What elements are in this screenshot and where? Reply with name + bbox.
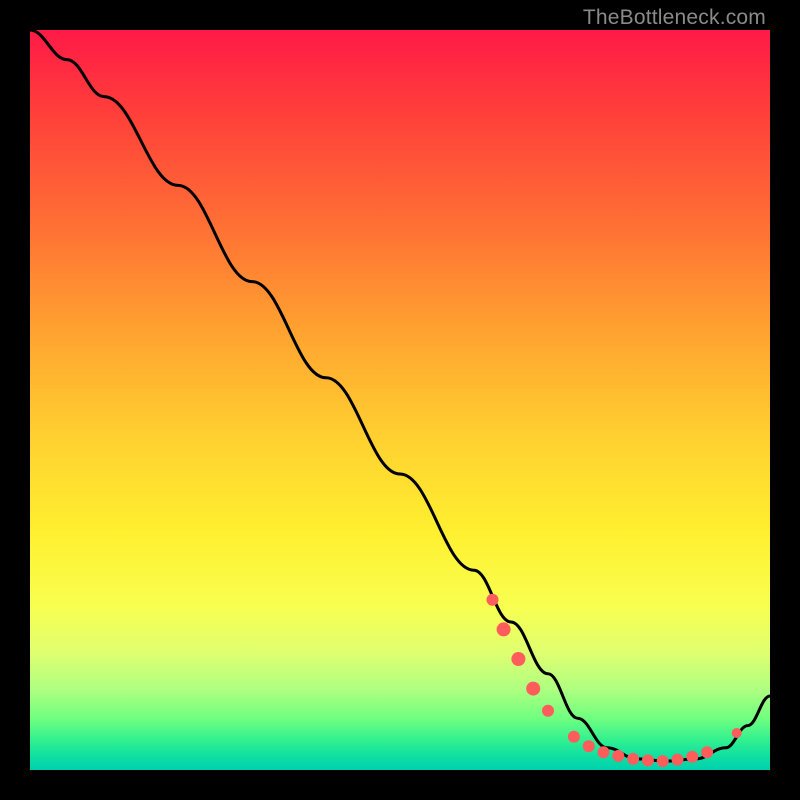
plot-area [30,30,770,770]
data-marker [672,754,684,766]
watermark-text: TheBottleneck.com [583,6,766,30]
data-marker [497,622,511,636]
data-marker [511,652,525,666]
data-marker [487,594,499,606]
data-marker [598,746,610,758]
data-marker [732,728,742,738]
data-marker [627,753,639,765]
data-marker [542,705,554,717]
marker-group [487,594,742,767]
bottleneck-curve [30,30,770,761]
data-marker [686,751,698,763]
data-marker [657,755,669,767]
data-marker [612,750,624,762]
data-marker [568,731,580,743]
data-marker [583,740,595,752]
chart-container: TheBottleneck.com [0,0,800,800]
data-marker [642,754,654,766]
data-marker [701,746,713,758]
data-marker [526,682,540,696]
chart-svg [30,30,770,770]
